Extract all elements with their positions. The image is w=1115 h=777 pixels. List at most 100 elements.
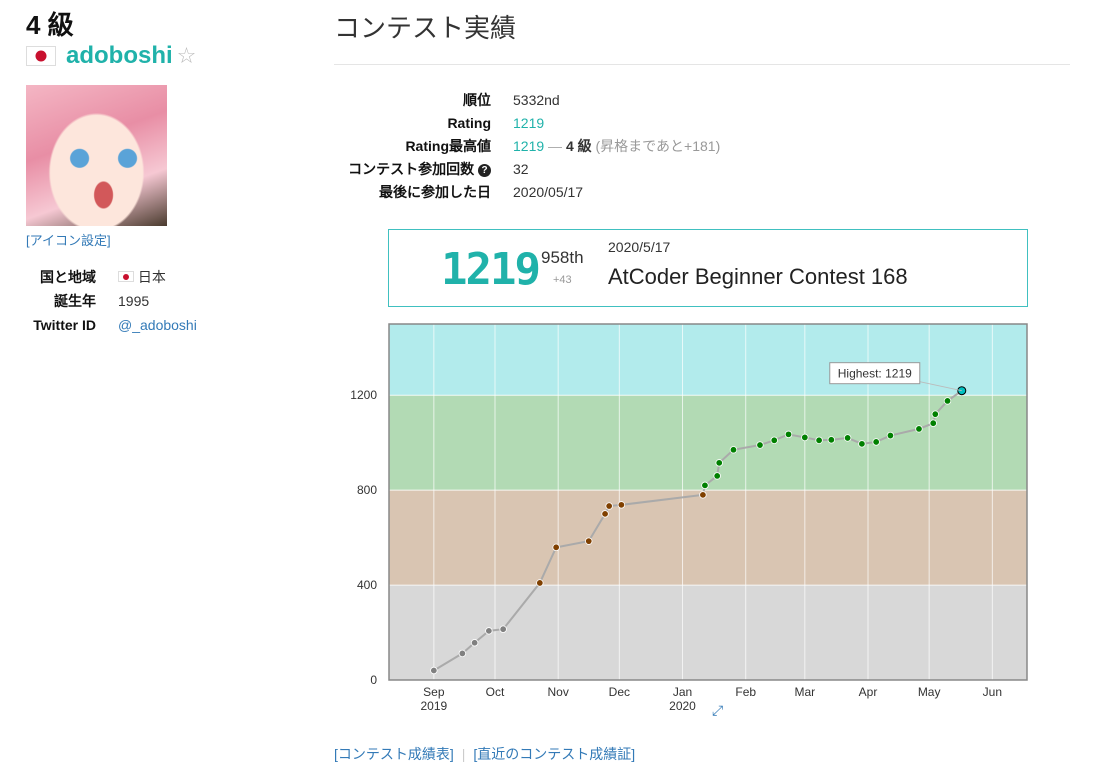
japan-flag-icon: [26, 46, 56, 66]
count-label: コンテスト参加回数: [348, 160, 475, 177]
rating-point: [485, 627, 493, 635]
rating-point: [929, 419, 937, 427]
highest-dash: ―: [548, 137, 563, 154]
rating-point: [470, 639, 479, 647]
rating-point: [827, 436, 836, 444]
y-tick-label: 400: [357, 578, 377, 592]
count-value: 32: [513, 160, 529, 177]
expand-icon[interactable]: ⤢: [712, 702, 723, 719]
rating-point: [552, 543, 560, 552]
stat-highest: Rating最高値 1219 ― 4 級 (昇格まであと+181): [334, 134, 720, 157]
rating-point: [536, 579, 544, 587]
rating-point: [605, 502, 613, 510]
status-rank: 958th: [541, 248, 584, 267]
highest-callout-label: Highest: 1219: [838, 367, 912, 381]
rating-point: [729, 446, 738, 454]
icon-setting-link[interactable]: [アイコン設定]: [26, 230, 306, 249]
profile-table: 国と地域 日本 誕生年 1995 Twitter ID @_adoboshi: [26, 265, 197, 336]
x-tick-year-label: 2020: [669, 699, 696, 713]
rating-point: [601, 510, 609, 518]
contest-results-section: コンテスト実績 順位 5332nd Rating 1219 Rating最高値 …: [334, 0, 1070, 762]
x-tick-label: Mar: [794, 685, 815, 699]
status-contest-name: AtCoder Beginner Contest 168: [608, 264, 908, 289]
highest-value: 1219: [513, 137, 545, 154]
rating-point: [458, 649, 467, 658]
rating-point: [699, 491, 707, 499]
rating-point: [713, 472, 721, 480]
profile-row-twitter: Twitter ID @_adoboshi: [26, 313, 197, 336]
x-tick-label: Nov: [548, 685, 569, 699]
x-tick-label: Jun: [983, 685, 1002, 699]
x-tick-label: Feb: [735, 685, 756, 699]
rating-band-1: [389, 490, 1027, 586]
rating-band-0: [389, 585, 1027, 680]
rating-point: [843, 434, 852, 442]
profile-row-country: 国と地域 日本: [26, 265, 197, 289]
profile-sidebar: 4 級 adoboshi ☆ [アイコン設定] 国と地域 日本 誕生年 1995…: [26, 10, 306, 336]
help-icon[interactable]: ?: [478, 163, 491, 177]
y-tick-label: 1200: [350, 388, 377, 402]
stat-rank: 順位 5332nd: [334, 88, 720, 111]
profile-row-birth-year: 誕生年 1995: [26, 289, 197, 313]
rating-point: [756, 441, 764, 449]
rating-point: [770, 436, 778, 444]
bottom-links: [コンテスト成績表] | [直近のコンテスト成績証]: [334, 744, 635, 764]
rating-point: [617, 501, 626, 509]
rating-value: 1219: [513, 114, 545, 131]
rating-point: [499, 625, 507, 633]
x-tick-label: Jan: [673, 685, 692, 699]
x-tick-label: Dec: [609, 685, 630, 699]
avatar: [26, 85, 167, 226]
status-rating: 1219: [441, 244, 541, 295]
certificate-link[interactable]: [直近のコンテスト成績証]: [473, 746, 635, 762]
status-diff: +43: [553, 274, 572, 286]
rating-point: [931, 410, 939, 418]
rating-point: [715, 459, 723, 467]
x-tick-label: May: [918, 685, 941, 699]
rating-point: [886, 431, 895, 440]
twitter-label: Twitter ID: [33, 316, 96, 333]
title-divider: [334, 64, 1070, 65]
rating-band-2: [389, 395, 1027, 491]
x-tick-year-label: 2019: [420, 699, 447, 713]
country-value: 日本: [137, 269, 166, 285]
rating-point: [585, 537, 593, 545]
birth-year-value: 1995: [118, 293, 150, 309]
username-link[interactable]: adoboshi: [66, 42, 173, 70]
favorite-star-icon[interactable]: ☆: [177, 43, 197, 69]
results-link[interactable]: [コンテスト成績表]: [334, 746, 454, 762]
highest-label: Rating最高値: [405, 137, 491, 154]
x-tick-label: Apr: [859, 685, 878, 699]
stat-count: コンテスト参加回数 ? 32: [334, 157, 720, 180]
x-tick-label: Oct: [486, 685, 505, 699]
birth-year-label: 誕生年: [54, 293, 96, 309]
last-date-label: 最後に参加した日: [379, 183, 491, 200]
status-date: 2020/5/17: [608, 239, 671, 255]
kyu-rank: 4 級: [26, 10, 74, 40]
y-tick-label: 800: [357, 483, 377, 497]
rating-point: [815, 436, 823, 444]
rating-status-box: 1219 958th +43 2020/5/17 AtCoder Beginne…: [388, 229, 1028, 307]
rating-point: [957, 386, 967, 396]
stats-table: 順位 5332nd Rating 1219 Rating最高値 1219 ― 4…: [334, 88, 720, 203]
promotion-note: (昇格まであと+181): [595, 137, 721, 154]
rating-chart[interactable]: Sep 2019 Oct Nov Dec Jan 2020 Feb Mar Apr May Jun 0 4…: [334, 318, 1070, 718]
x-tick-label: Sep: [423, 685, 445, 699]
rating-chart-svg[interactable]: Sep2019 Oct Nov Dec Jan2020 Feb Mar Apr May Jun 0 4…: [334, 318, 1070, 718]
user-line: adoboshi ☆: [26, 42, 306, 70]
rating-point: [858, 440, 866, 448]
rank-value: 5332nd: [513, 91, 560, 108]
rating-point: [430, 666, 438, 675]
rating-label: Rating: [447, 114, 491, 131]
rating-point: [943, 397, 952, 405]
rating-point: [701, 481, 709, 490]
rating-point: [784, 430, 793, 439]
page-title: コンテスト実績: [334, 13, 517, 43]
stat-last: 最後に参加した日 2020/05/17: [334, 180, 720, 203]
rank-label: 順位: [463, 91, 491, 108]
y-tick-label: 0: [370, 673, 377, 687]
last-date-value: 2020/05/17: [513, 183, 584, 200]
country-label: 国と地域: [40, 269, 96, 285]
highest-kyu: 4 級: [565, 137, 592, 154]
twitter-link[interactable]: @_adoboshi: [118, 317, 197, 333]
